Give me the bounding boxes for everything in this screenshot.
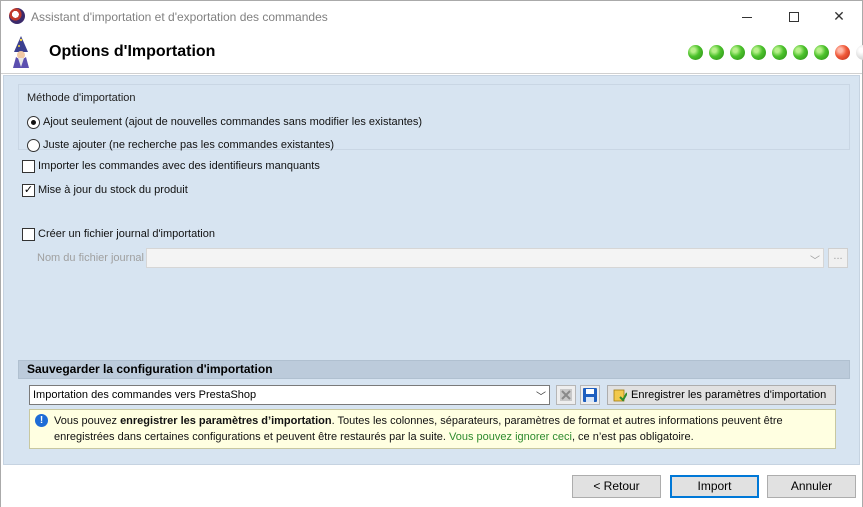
chevron-down-icon: ﹀ [810, 256, 820, 267]
window-title: Assistant d'importation et d'exportation… [31, 10, 328, 24]
info-text-bold: enregistrer les paramètres d’importation [120, 415, 332, 427]
cancel-button[interactable]: Annuler [767, 475, 856, 498]
register-settings-button[interactable]: Enregistrer les paramètres d'importation [607, 385, 836, 405]
title-bar: Assistant d'importation et d'exportation… [1, 1, 862, 32]
footer-bar: < Retour Import Annuler [1, 467, 862, 507]
radio-just-add-label: Juste ajouter (ne recherche pas les comm… [43, 139, 335, 151]
save-config-button[interactable] [580, 385, 600, 405]
back-button[interactable]: < Retour [572, 475, 661, 498]
minimize-button[interactable] [724, 1, 770, 32]
progress-step-9-icon [856, 45, 863, 60]
checkbox-missing-ids-label: Importer les commandes avec des identifi… [38, 160, 320, 172]
progress-step-3-icon [730, 45, 745, 60]
register-settings-label: Enregistrer les paramètres d'importation [631, 389, 827, 401]
import-method-group: Méthode d'importation Ajout seulement (a… [18, 84, 850, 153]
main-panel: Méthode d'importation Ajout seulement (a… [3, 75, 860, 465]
app-logo-icon [9, 8, 25, 24]
settings-save-icon [613, 389, 627, 402]
minimize-icon [742, 16, 752, 18]
delete-icon [560, 389, 572, 401]
info-text-prefix: Vous pouvez [54, 415, 121, 427]
maximize-icon [789, 12, 799, 23]
info-text-suffix: , ce n’est pas obligatoire. [571, 431, 694, 443]
checkbox-create-log-label: Créer un fichier journal d'importation [38, 228, 215, 240]
progress-step-6-icon [793, 45, 808, 60]
progress-step-4-icon [751, 45, 766, 60]
save-config-panel: Sauvegarder la configuration d'importati… [18, 360, 850, 456]
checkbox-box[interactable] [22, 159, 35, 173]
radio-add-only[interactable]: Ajout seulement (ajout de nouvelles comm… [27, 114, 422, 130]
checkbox-update-stock-label: Mise à jour du stock du produit [38, 184, 188, 196]
wizard-header: Options d'Importation [1, 32, 863, 74]
log-file-label: Nom du fichier journal [37, 252, 144, 264]
info-icon: ! [35, 414, 48, 427]
browse-button[interactable]: ... [828, 248, 848, 268]
progress-step-5-icon [772, 45, 787, 60]
radio-just-add[interactable]: Juste ajouter (ne recherche pas les comm… [27, 137, 334, 153]
config-combo-value: Importation des commandes vers PrestaSho… [33, 389, 257, 401]
close-icon: ✕ [833, 8, 845, 24]
delete-config-button[interactable] [556, 385, 576, 405]
progress-step-2-icon [709, 45, 724, 60]
info-message: ! Vous pouvez enregistrer les paramètres… [29, 409, 836, 449]
save-config-header: Sauvegarder la configuration d'importati… [18, 360, 850, 379]
import-method-label: Méthode d'importation [27, 92, 136, 104]
info-text-optional: Vous pouvez ignorer ceci [449, 431, 572, 443]
radio-add-only-label: Ajout seulement (ajout de nouvelles comm… [43, 116, 423, 128]
checkbox-box[interactable] [22, 227, 35, 241]
wizard-icon [13, 36, 29, 68]
progress-step-8-icon [835, 45, 850, 60]
radio-button[interactable] [27, 138, 40, 152]
chevron-down-icon: ﹀ [536, 392, 546, 403]
import-button[interactable]: Import [670, 475, 759, 498]
checkbox-missing-ids[interactable]: Importer les commandes avec des identifi… [22, 158, 320, 174]
maximize-button[interactable] [771, 1, 817, 32]
page-title: Options d'Importation [49, 43, 216, 60]
config-combo[interactable]: Importation des commandes vers PrestaSho… [29, 385, 550, 405]
checkbox-create-log[interactable]: Créer un fichier journal d'importation [22, 226, 215, 242]
checkbox-box[interactable]: ✓ [22, 183, 35, 197]
close-button[interactable]: ✕ [816, 1, 862, 32]
progress-step-1-icon [688, 45, 703, 60]
log-file-combo[interactable]: ﹀ [146, 248, 824, 268]
radio-button[interactable] [27, 115, 40, 129]
progress-step-7-icon [814, 45, 829, 60]
floppy-disk-icon [583, 388, 597, 402]
checkbox-update-stock[interactable]: ✓ Mise à jour du stock du produit [22, 182, 188, 198]
import-wizard-window: Assistant d'importation et d'exportation… [0, 0, 863, 507]
